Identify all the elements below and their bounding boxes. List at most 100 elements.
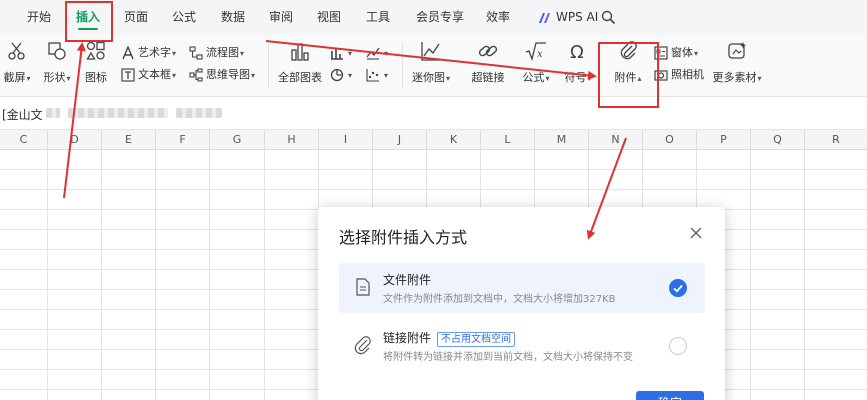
blurred-text bbox=[176, 108, 222, 118]
column-header-k[interactable]: K bbox=[427, 130, 481, 150]
ribbon-separator bbox=[402, 42, 403, 88]
hyperlink-label: 超链接 bbox=[471, 71, 505, 84]
tab-data[interactable]: 数据 bbox=[210, 0, 256, 34]
tab-tools[interactable]: 工具 bbox=[355, 0, 401, 34]
flowchart-button[interactable]: 流程图▾ bbox=[189, 43, 244, 63]
screenshot-button[interactable]: 截屏▾ bbox=[0, 34, 34, 96]
shapes-button[interactable]: 形状▾ bbox=[38, 34, 76, 96]
column-header-o[interactable]: O bbox=[643, 130, 697, 150]
tab-home[interactable]: 开始 bbox=[16, 0, 62, 34]
icons-label: 图标 bbox=[85, 71, 107, 84]
more-materials-button[interactable]: 更多素材▾ bbox=[710, 34, 764, 96]
more-materials-label: 更多素材 bbox=[712, 71, 757, 84]
tab-member[interactable]: 会员专享 bbox=[410, 0, 470, 34]
window-form-button[interactable]: 窗体▾ bbox=[654, 43, 698, 63]
textbox-icon bbox=[121, 68, 135, 82]
line-chart-icon bbox=[366, 47, 380, 60]
option-link-attachment[interactable]: 链接附件 不占用文档空间 将附件转为链接并添加到当前文档，文档大小将保持不变 bbox=[339, 321, 705, 371]
svg-text:Ω: Ω bbox=[570, 42, 584, 62]
camera-label: 照相机 bbox=[671, 68, 704, 81]
tab-review[interactable]: 审阅 bbox=[258, 0, 304, 34]
option-title: 链接附件 bbox=[383, 331, 432, 345]
flowchart-icon bbox=[189, 46, 203, 60]
screenshot-label: 截屏 bbox=[3, 71, 26, 84]
column-chart-button[interactable]: ▾ bbox=[330, 43, 352, 63]
mindmap-label: 思维导图 bbox=[206, 68, 250, 81]
all-charts-button[interactable]: 全部图表 bbox=[276, 34, 324, 96]
hyperlink-button[interactable]: 超链接 bbox=[466, 34, 510, 96]
icon-library-icon bbox=[86, 41, 105, 60]
column-header-q[interactable]: Q bbox=[751, 130, 805, 150]
close-icon[interactable] bbox=[688, 225, 704, 241]
formula-label: 公式 bbox=[522, 71, 545, 84]
grid-line bbox=[264, 150, 265, 400]
checkmark-icon bbox=[673, 284, 683, 293]
symbol-label: 符号 bbox=[564, 71, 587, 84]
dialog-title: 选择附件插入方式 bbox=[339, 228, 468, 247]
no-space-badge: 不占用文档空间 bbox=[437, 332, 516, 347]
grid-line bbox=[101, 150, 102, 400]
column-header-c[interactable]: C bbox=[0, 130, 48, 150]
bar-chart-icon bbox=[291, 43, 309, 61]
sqrt-formula-icon: x bbox=[525, 42, 546, 62]
wordart-button[interactable]: 艺术字▾ bbox=[121, 43, 176, 63]
radio-selected[interactable] bbox=[669, 279, 687, 297]
search-icon[interactable] bbox=[601, 10, 616, 25]
formula-bar-text: [金山文 bbox=[2, 108, 43, 122]
formula-bar[interactable]: [金山文 bbox=[0, 96, 867, 130]
scissors-icon bbox=[8, 42, 25, 60]
tab-formula[interactable]: 公式 bbox=[161, 0, 207, 34]
ribbon-toolbar: 截屏▾ 形状▾ 图标 艺术字▾ 文本框▾ 流程图▾ 思维导图▾ 全部图表 ▾ ▾… bbox=[0, 34, 867, 96]
symbol-button[interactable]: Ω 符号▾ bbox=[558, 34, 598, 96]
column-header-p[interactable]: P bbox=[697, 130, 751, 150]
column-header-d[interactable]: D bbox=[48, 130, 102, 150]
sparkline-icon bbox=[421, 42, 440, 61]
grid-line bbox=[155, 150, 156, 400]
column-header-h[interactable]: H bbox=[265, 130, 319, 150]
sparkline-button[interactable]: 迷你图▾ bbox=[408, 34, 454, 96]
column-header-row: C D E F G H I J K L M N O P Q R bbox=[0, 130, 867, 150]
option-title: 文件附件 bbox=[383, 273, 432, 287]
line-chart-button[interactable]: ▾ bbox=[366, 43, 388, 63]
scatter-chart-icon bbox=[366, 69, 379, 82]
grid-line bbox=[209, 150, 210, 400]
radio-unselected[interactable] bbox=[669, 337, 687, 355]
column-chart-icon bbox=[331, 48, 343, 60]
option-description: 文件作为附件添加到文档中，文档大小将增加327KB bbox=[383, 294, 616, 305]
column-header-e[interactable]: E bbox=[102, 130, 156, 150]
formula-button[interactable]: x 公式▾ bbox=[518, 34, 554, 96]
column-header-l[interactable]: L bbox=[481, 130, 535, 150]
pie-chart-icon bbox=[330, 68, 344, 82]
column-header-n[interactable]: N bbox=[589, 130, 643, 150]
wps-ai-label: WPS AI bbox=[556, 10, 599, 24]
option-file-attachment[interactable]: 文件附件 文件作为附件添加到文档中，文档大小将增加327KB bbox=[339, 263, 705, 313]
menu-bar: 开始 插入 页面 公式 数据 审阅 视图 工具 会员专享 效率 WPS AI bbox=[0, 0, 867, 34]
textbox-button[interactable]: 文本框▾ bbox=[121, 65, 176, 85]
textbox-label: 文本框 bbox=[138, 68, 171, 81]
link-icon bbox=[478, 45, 498, 57]
option-description: 将附件转为链接并添加到当前文档，文档大小将保持不变 bbox=[383, 352, 633, 363]
column-header-r[interactable]: R bbox=[805, 130, 867, 150]
scatter-chart-button[interactable]: ▾ bbox=[366, 65, 388, 85]
column-header-m[interactable]: M bbox=[535, 130, 589, 150]
wordart-label: 艺术字 bbox=[138, 46, 171, 59]
column-header-f[interactable]: F bbox=[156, 130, 210, 150]
flowchart-label: 流程图 bbox=[206, 46, 239, 59]
column-header-j[interactable]: J bbox=[373, 130, 427, 150]
wps-ai-button[interactable]: WPS AI bbox=[538, 0, 598, 34]
column-header-i[interactable]: I bbox=[319, 130, 373, 150]
tab-view[interactable]: 视图 bbox=[306, 0, 352, 34]
icons-button[interactable]: 图标 bbox=[80, 34, 112, 96]
ribbon-separator bbox=[268, 42, 269, 88]
mindmap-button[interactable]: 思维导图▾ bbox=[189, 65, 255, 85]
camera-button[interactable]: 照相机 bbox=[654, 65, 704, 85]
wps-ai-logo-icon bbox=[539, 12, 550, 23]
attachment-insert-dialog: 选择附件插入方式 文件附件 文件作为附件添加到文档中，文档大小将增加327KB … bbox=[318, 207, 725, 400]
paperclip-icon bbox=[354, 336, 371, 355]
tab-page[interactable]: 页面 bbox=[113, 0, 159, 34]
pie-chart-button[interactable]: ▾ bbox=[330, 65, 352, 85]
wordart-icon bbox=[122, 46, 134, 60]
tab-efficiency[interactable]: 效率 bbox=[475, 0, 521, 34]
confirm-button[interactable]: 确定 bbox=[636, 391, 704, 400]
column-header-g[interactable]: G bbox=[210, 130, 265, 150]
